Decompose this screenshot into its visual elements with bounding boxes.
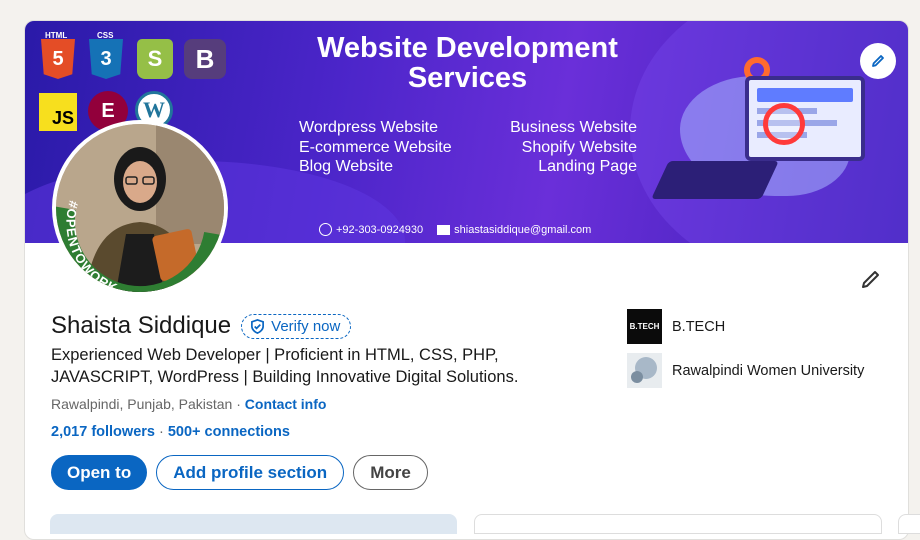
html5-logo: 5 <box>41 39 75 79</box>
banner-title: Website Development Services <box>317 32 618 94</box>
keyboard-illustration <box>651 161 779 199</box>
mail-icon <box>437 224 451 235</box>
connections-link[interactable]: 500+ connections <box>168 424 290 440</box>
name-row: Shaista Siddique Verify now <box>51 312 352 340</box>
education-item-btech[interactable]: B.TECH B.TECH <box>627 309 725 344</box>
followers-link[interactable]: 2,017 followers <box>51 424 155 440</box>
edit-banner-button[interactable] <box>860 43 896 79</box>
education-item-university[interactable]: Rawalpindi Women University <box>627 353 864 388</box>
whatsapp-icon <box>319 223 332 236</box>
verify-now-button[interactable]: Verify now <box>241 313 352 339</box>
magnifier-icon <box>763 103 805 145</box>
next-section-card <box>50 514 457 534</box>
profile-photo[interactable]: #OPENTOWORK #OPENTOWORK <box>52 120 228 296</box>
more-button[interactable]: More <box>353 455 428 490</box>
bootstrap-logo: B <box>184 39 226 79</box>
css3-logo: 3 <box>89 39 123 79</box>
location-text: Rawalpindi, Punjab, Pakistan <box>51 396 233 412</box>
avatar: #OPENTOWORK #OPENTOWORK <box>56 124 224 292</box>
btech-logo: B.TECH <box>627 309 662 344</box>
university-logo <box>627 353 662 388</box>
stats-separator: · <box>159 424 168 440</box>
next-section-card <box>474 514 882 534</box>
network-stats: 2,017 followers · 500+ connections <box>51 424 290 440</box>
profile-card: 5 HTML 3 CSS S B JS E W Website Developm… <box>24 20 909 540</box>
profile-name: Shaista Siddique <box>51 312 232 339</box>
banner-services-left: Wordpress Website E-commerce Website Blo… <box>299 119 452 175</box>
banner-contact: +92-303-0924930 shiastasiddique@gmail.co… <box>319 223 591 236</box>
next-section-card <box>898 514 920 534</box>
banner-services-right: Business Website Shopify Website Landing… <box>510 119 637 175</box>
shield-check-icon <box>251 318 265 334</box>
open-to-button[interactable]: Open to <box>51 455 148 490</box>
location-separator: · <box>232 396 245 412</box>
css-label: CSS <box>97 31 114 40</box>
verify-now-label: Verify now <box>271 317 341 335</box>
shopify-logo: S <box>137 39 173 79</box>
open-to-work-frame: #OPENTOWORK <box>56 199 224 292</box>
profile-headline: Experienced Web Developer | Proficient i… <box>51 346 519 386</box>
contact-info-link[interactable]: Contact info <box>245 396 327 412</box>
edit-profile-button[interactable] <box>857 265 885 293</box>
add-profile-section-button[interactable]: Add profile section <box>156 455 345 490</box>
pencil-icon <box>872 55 884 67</box>
profile-actions: Open to Add profile section More <box>51 455 428 490</box>
pencil-icon <box>862 271 879 288</box>
html-label: HTML <box>45 31 68 40</box>
location-row: Rawalpindi, Punjab, Pakistan · Contact i… <box>51 396 326 412</box>
education-name: B.TECH <box>672 318 726 335</box>
education-name: Rawalpindi Women University <box>672 362 865 379</box>
